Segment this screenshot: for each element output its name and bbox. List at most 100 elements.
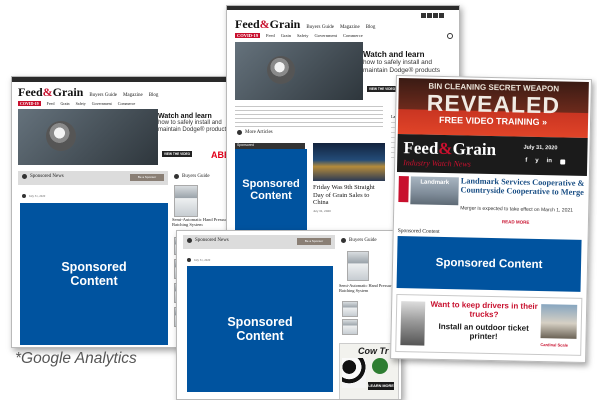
ad-cta-button[interactable]: VIEW THE VIDEO — [367, 86, 397, 92]
twitter-icon[interactable]: y — [535, 158, 538, 164]
ad-photo — [235, 42, 363, 100]
nav-covid[interactable]: COVID-19 — [18, 101, 41, 106]
buyers-guide-heading: Buyers Guide — [174, 174, 210, 179]
facebook-icon[interactable] — [421, 13, 426, 18]
banner-line2: REVEALED — [426, 89, 561, 119]
red-side-ad[interactable] — [398, 176, 409, 203]
nav-buyers-guide[interactable]: Buyers Guide — [89, 93, 117, 98]
sponsored-content-block[interactable]: Sponsored Content — [396, 236, 582, 292]
site-logo[interactable]: Feed&Grain — [403, 138, 496, 160]
analytics-caption: *Google Analytics — [15, 350, 137, 367]
rss-icon[interactable] — [439, 13, 444, 18]
buyers-guide-heading: Buyers Guide — [341, 238, 377, 243]
truck-image — [540, 304, 578, 339]
sponsored-content-block[interactable]: Sponsored Content — [20, 203, 168, 345]
ad-question: Want to keep drivers in their trucks? — [430, 299, 538, 320]
ad-answer: Install an outdoor ticket printer! — [438, 321, 529, 342]
nav-blog[interactable]: Blog — [149, 93, 159, 98]
cow-learn-more-button[interactable]: LEARN MORE — [368, 382, 394, 390]
news-icon — [22, 174, 27, 179]
sponsored-news-heading: Sponsored News — [22, 174, 64, 179]
more-articles-heading: More Articles — [237, 130, 273, 135]
nav-covid[interactable]: COVID-19 — [235, 33, 260, 38]
story-title[interactable]: Landmark Services Cooperative & Countrys… — [461, 176, 585, 197]
cow-ad-brand: Cow Tr — [358, 346, 389, 356]
product-thumb-1[interactable] — [342, 301, 358, 317]
mixer-product-title[interactable]: Semi-Automatic Hand Pressure Batching Sy… — [339, 283, 399, 293]
article-date: July 31, 2020 — [313, 209, 331, 213]
sponsored-news-heading: Sponsored News — [187, 238, 229, 243]
nav-government[interactable]: Government — [315, 33, 338, 38]
screenshot-newsletter: BIN CLEANING SECRET WEAPON REVEALED FREE… — [390, 74, 592, 364]
site-logo[interactable]: Feed&Grain — [235, 17, 300, 32]
nav-grain[interactable]: Grain — [60, 101, 69, 106]
sponsored-content-block[interactable]: Sponsored Content — [235, 149, 307, 231]
cardinal-logo: Cardinal Scale — [540, 342, 569, 348]
nav-feed[interactable]: Feed — [266, 33, 275, 38]
twitter-icon[interactable] — [427, 13, 432, 18]
sponsored-content-block[interactable]: Sponsored Content — [187, 266, 333, 392]
ad-photo — [18, 109, 158, 165]
sponsored-label: Sponsored Content — [397, 228, 440, 235]
linkedin-icon[interactable]: in — [547, 158, 552, 164]
product-thumb-2[interactable] — [342, 319, 358, 335]
nav-buyers-guide[interactable]: Buyers Guide — [306, 25, 334, 30]
article-headline[interactable]: Friday Was 9th Straight Day of Grain Sal… — [313, 184, 385, 207]
nav-commerce[interactable]: Commerce — [343, 33, 363, 38]
nav-safety[interactable]: Safety — [297, 33, 309, 38]
ticket-printer-image — [400, 301, 426, 346]
sponsored-tag: Sponsored — [237, 143, 254, 147]
guide-icon — [174, 174, 179, 179]
ad-body: how to safely install and maintain Dodge… — [158, 120, 230, 133]
ad-cta-button[interactable]: VIEW THE VIDEO — [162, 151, 192, 157]
newsletter-subtitle: Industry Watch News — [403, 158, 471, 169]
sponsored-label: July 31, 2020 — [22, 194, 45, 198]
cardinal-scale-ad[interactable]: Want to keep drivers in their trucks? In… — [395, 294, 583, 356]
mixer-product-image[interactable] — [174, 185, 198, 217]
newsletter-header: Feed&Grain Industry Watch News July 31, … — [396, 134, 588, 176]
category-nav: COVID-19 Feed Grain Safety Government Co… — [18, 101, 135, 106]
dodge-ad-banner[interactable]: Watch and learn how to safely install an… — [18, 109, 236, 165]
site-logo[interactable]: Feed&Grain — [18, 85, 83, 100]
landmark-logo-image[interactable]: Landmark — [410, 176, 459, 206]
category-nav: COVID-19 Feed Grain Safety Government Co… — [235, 33, 363, 38]
be-a-sponsor-button[interactable]: Be a Sponsor — [297, 238, 331, 245]
linkedin-icon[interactable] — [433, 13, 438, 18]
screenshot-homepage-bottom: Sponsored News Be a Sponsor Buyers Guide… — [176, 230, 402, 400]
ad-title: Watch and learn — [158, 113, 212, 120]
nav-blog[interactable]: Blog — [366, 25, 376, 30]
sponsor-icon — [22, 194, 26, 198]
news-icon — [187, 238, 192, 243]
bearing-image — [46, 121, 76, 151]
nav-commerce[interactable]: Commerce — [118, 101, 136, 106]
mixer-product-image[interactable] — [347, 251, 369, 281]
articles-icon — [237, 130, 242, 135]
article-image[interactable] — [313, 143, 385, 181]
top-bar — [227, 6, 459, 10]
nav-grain[interactable]: Grain — [281, 33, 291, 38]
nav-government[interactable]: Government — [92, 101, 112, 106]
cow-ad-badge — [372, 358, 388, 374]
bearing-image — [267, 56, 295, 84]
sponsored-label: July 31, 2020 — [187, 258, 210, 262]
nav-feed[interactable]: Feed — [47, 101, 55, 106]
facebook-icon[interactable]: f — [525, 158, 527, 164]
ad-title: Watch and learn — [363, 50, 425, 59]
intro-paragraph — [235, 106, 383, 128]
newsletter-date: July 31, 2020 — [523, 144, 558, 152]
ad-body: how to safely install and maintain Dodge… — [363, 59, 441, 74]
main-nav: Buyers Guide Magazine Blog — [306, 25, 375, 30]
nav-safety[interactable]: Safety — [76, 101, 86, 106]
sponsor-icon — [187, 258, 191, 262]
guide-icon — [341, 238, 346, 243]
cow-image — [342, 358, 366, 388]
read-more-link[interactable]: READ MORE — [502, 219, 530, 225]
nav-magazine[interactable]: Magazine — [123, 93, 143, 98]
social-icons — [421, 13, 444, 18]
search-icon[interactable] — [447, 33, 453, 39]
nav-magazine[interactable]: Magazine — [340, 25, 360, 30]
rss-icon[interactable] — [559, 159, 565, 165]
social-row: f y in — [525, 158, 565, 165]
bin-cleaning-banner[interactable]: BIN CLEANING SECRET WEAPON REVEALED FREE… — [397, 78, 589, 139]
be-a-sponsor-button[interactable]: Be a Sponsor — [130, 174, 164, 181]
